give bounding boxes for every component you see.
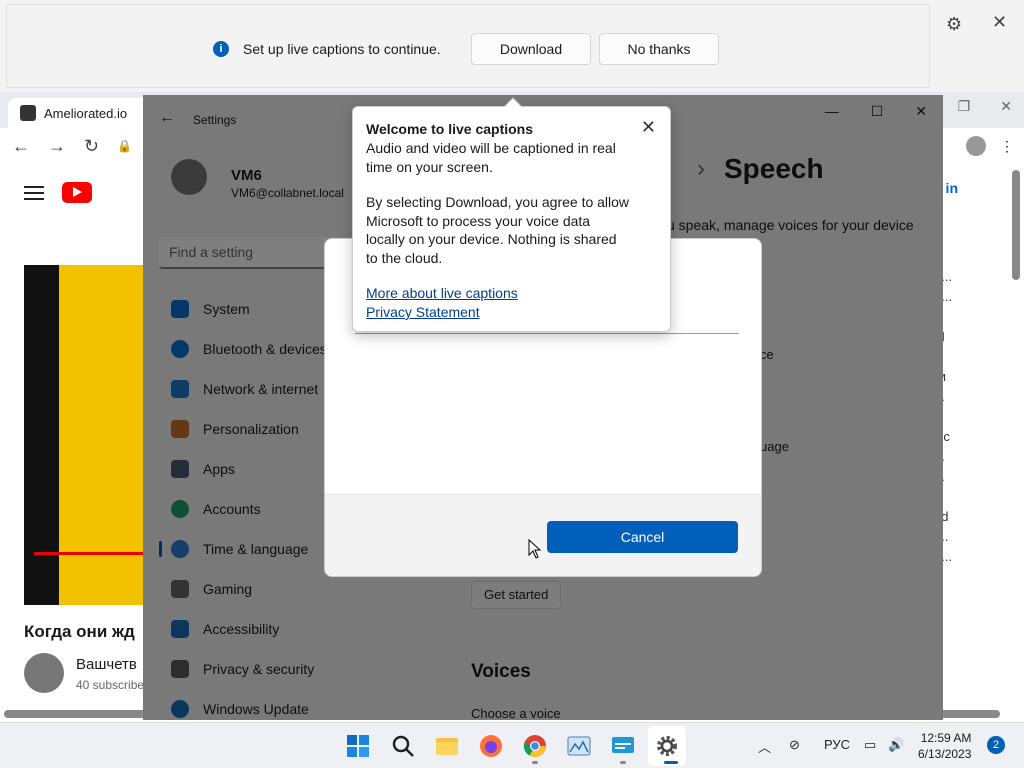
network-icon[interactable]: ⊘ (789, 737, 800, 753)
chrome-icon[interactable] (523, 734, 547, 758)
tab-title: Ameliorated.io (44, 105, 128, 121)
gear-icon[interactable]: ⚙ (946, 14, 962, 35)
download-button[interactable]: Download (471, 33, 591, 65)
running-indicator (620, 761, 626, 764)
back-arrow-icon[interactable]: ← (12, 136, 30, 157)
language-indicator[interactable]: РУС (824, 737, 850, 752)
more-about-link[interactable]: More about live captions (366, 284, 630, 303)
setup-message: Set up live captions to continue. (243, 41, 441, 57)
privacy-statement-link[interactable]: Privacy Statement (366, 303, 630, 322)
channel-name[interactable]: Вашчетв (76, 656, 137, 673)
channel-subscribers: 40 subscribe (76, 678, 145, 692)
volume-icon[interactable]: 🔊 (888, 737, 904, 753)
vertical-scrollbar[interactable] (1012, 170, 1020, 280)
notification-badge[interactable]: 2 (987, 736, 1005, 754)
restore-icon[interactable]: ❐ (958, 98, 971, 115)
profile-icon[interactable] (966, 136, 986, 156)
tooltip-spacer (366, 176, 630, 193)
mouse-cursor-icon (528, 539, 542, 559)
settings-icon[interactable] (655, 734, 679, 758)
file-explorer-icon[interactable] (435, 734, 459, 758)
chrome-toolbar-right: ⋮ (966, 136, 1014, 156)
video-progress-bar[interactable] (34, 552, 144, 555)
forward-arrow-icon[interactable]: → (48, 136, 66, 157)
close-icon[interactable]: ✕ (1000, 98, 1012, 115)
tooltip-spacer (366, 267, 630, 284)
live-captions-bar: i Set up live captions to continue. Down… (6, 4, 930, 88)
close-icon[interactable]: ✕ (992, 12, 1007, 33)
close-icon[interactable]: ✕ (641, 117, 656, 138)
lock-icon: 🔒 (117, 139, 133, 153)
reload-icon[interactable]: ↻ (84, 136, 99, 157)
remote-desktop-icon[interactable] (611, 734, 635, 758)
display-icon[interactable]: ▭ (864, 737, 876, 753)
tooltip-body: Audio and video will be captioned in rea… (366, 140, 616, 175)
favicon-icon (20, 105, 36, 121)
running-indicator (664, 761, 678, 764)
search-icon[interactable] (391, 734, 415, 758)
running-indicator (532, 761, 538, 764)
info-icon: i (213, 41, 229, 57)
youtube-header (24, 182, 92, 203)
video-player[interactable] (24, 265, 144, 605)
photos-icon[interactable] (567, 734, 591, 758)
firefox-icon[interactable] (479, 734, 503, 758)
tooltip-body: By selecting Download, you agree to allo… (366, 194, 630, 266)
hamburger-menu-icon[interactable] (24, 185, 44, 200)
clock[interactable]: 12:59 AM 6/13/2023 (918, 730, 971, 762)
tooltip-title: Welcome to live captions (366, 121, 534, 137)
start-icon[interactable] (346, 734, 370, 758)
chevron-up-icon[interactable]: ︿ (758, 737, 771, 756)
chrome-menu-icon[interactable]: ⋮ (1000, 138, 1014, 155)
time: 12:59 AM (920, 731, 972, 745)
channel-avatar[interactable] (24, 653, 64, 693)
youtube-logo-icon[interactable] (62, 182, 92, 203)
chrome-window-controls: ❐ ✕ (958, 98, 1012, 115)
cancel-button[interactable]: Cancel (547, 521, 738, 553)
dialog-divider (355, 333, 739, 334)
video-title[interactable]: Когда они жд (24, 622, 135, 642)
welcome-tooltip: Welcome to live captions Audio and video… (352, 97, 671, 332)
no-thanks-button[interactable]: No thanks (599, 33, 719, 65)
taskbar: ︿ ⊘ РУС ▭ 🔊 12:59 AM 6/13/2023 2 (0, 722, 1024, 768)
date: 6/13/2023 (918, 747, 972, 761)
